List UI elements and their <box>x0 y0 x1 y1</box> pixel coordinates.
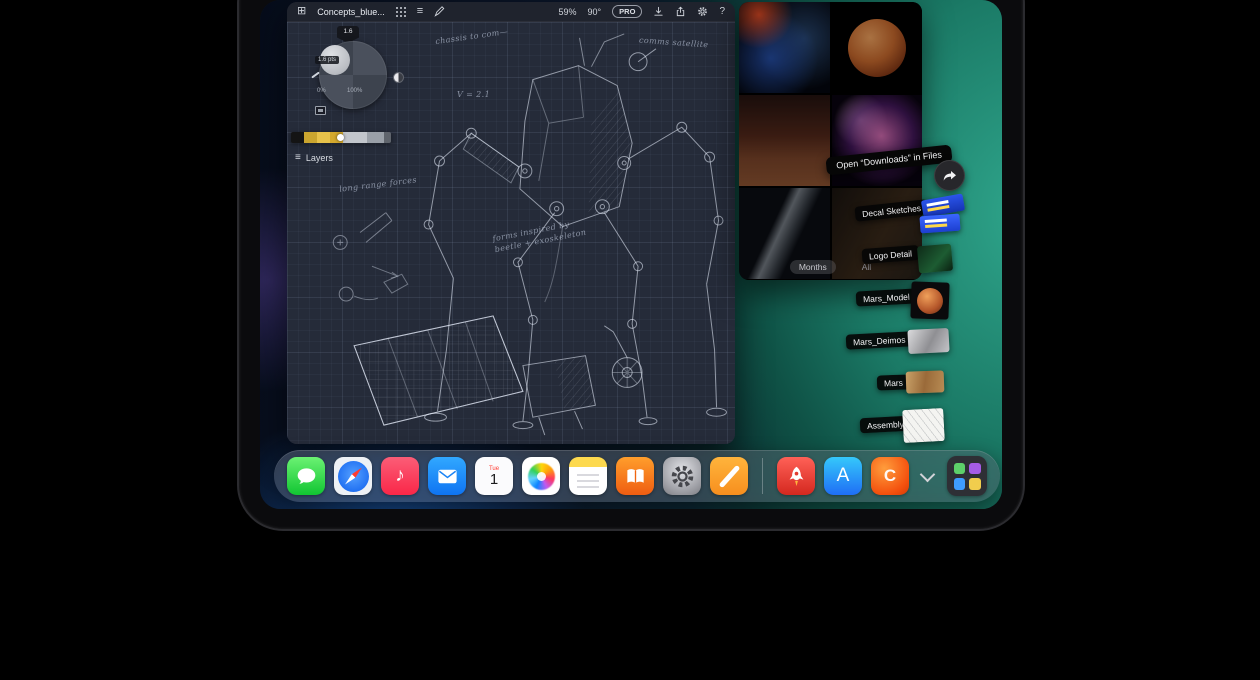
forward-arrow-icon <box>942 168 958 184</box>
sketch-app-icon[interactable] <box>710 457 748 495</box>
rocket-app-icon[interactable] <box>777 457 815 495</box>
layers-mini-icon[interactable] <box>315 106 326 115</box>
creative-app-icon[interactable]: C <box>871 457 909 495</box>
precision-grid-icon[interactable] <box>396 7 406 17</box>
color-slider-dot[interactable] <box>337 134 344 141</box>
drag-dim-overlay <box>739 2 922 280</box>
help-button[interactable]: ? <box>719 6 725 17</box>
drag-item-thumbnail[interactable] <box>907 328 949 354</box>
drag-item-thumbnail[interactable] <box>917 244 953 274</box>
settings-gear-icon[interactable] <box>697 6 708 17</box>
swatch-yellow-dark[interactable] <box>304 132 317 143</box>
swatch-dark-gray[interactable] <box>384 132 391 143</box>
concepts-toolbar: ⊞ Concepts_blue... ≡ 59% 90° PRO ? <box>287 2 735 22</box>
safari-app-icon[interactable] <box>334 457 372 495</box>
document-title[interactable]: Concepts_blue... <box>317 7 385 17</box>
menu-lines-icon[interactable]: ≡ <box>417 6 423 17</box>
zoom-level[interactable]: 59% <box>559 7 577 17</box>
photos-segmented-control: Months All <box>739 260 922 274</box>
drag-item-thumbnail[interactable] <box>910 281 949 319</box>
mail-app-icon[interactable] <box>428 457 466 495</box>
drag-item-thumbnail[interactable] <box>920 197 966 239</box>
layers-panel-toggle[interactable]: ≡ Layers <box>295 152 333 163</box>
share-drop-button[interactable] <box>934 160 965 191</box>
calendar-app-icon[interactable]: Tue 1 <box>475 457 513 495</box>
drag-item-thumbnail[interactable] <box>906 370 945 393</box>
app-grid-icon[interactable]: ⊞ <box>297 6 306 17</box>
layers-label: Layers <box>306 153 333 163</box>
segment-months[interactable]: Months <box>790 260 836 274</box>
photos-app-icon[interactable] <box>522 457 560 495</box>
brush-size-label: 1.6 pts <box>315 56 339 64</box>
swatch-yellow[interactable] <box>317 132 330 143</box>
pen-tool-icon[interactable] <box>434 6 445 17</box>
opacity-max-label: 100% <box>347 88 362 94</box>
dock-divider <box>762 458 763 494</box>
ipad-device: ⊞ Concepts_blue... ≡ 59% 90° PRO ? <box>237 0 1025 531</box>
settings-app-icon[interactable] <box>663 457 701 495</box>
ipad-screen: ⊞ Concepts_blue... ≡ 59% 90° PRO ? <box>260 0 1002 509</box>
swatch-black[interactable] <box>291 132 304 143</box>
opacity-min-label: 0% <box>317 88 326 94</box>
chevron-down-icon <box>920 467 936 483</box>
dock-collapse-chevron[interactable] <box>918 466 938 486</box>
concepts-app-window: ⊞ Concepts_blue... ≡ 59% 90° PRO ? <box>287 2 735 444</box>
music-note-icon: ♪ <box>395 465 405 487</box>
brush-tool-wheel[interactable]: 1.6 1.6 pts 0% 100% <box>301 26 411 128</box>
calendar-day: 1 <box>490 472 498 489</box>
gear-icon <box>669 463 696 490</box>
drag-item-thumbnail[interactable] <box>902 408 945 443</box>
swatch-gray[interactable] <box>367 132 384 143</box>
music-app-icon[interactable]: ♪ <box>381 457 419 495</box>
sketch-annotation: V = 2.1 <box>457 90 490 99</box>
opacity-toggle-icon[interactable] <box>393 72 404 83</box>
rocket-icon <box>785 465 808 488</box>
swatch-light-gray[interactable] <box>343 132 367 143</box>
layers-menu-icon: ≡ <box>295 152 301 163</box>
books-app-icon[interactable] <box>616 457 654 495</box>
drag-item-label[interactable]: Mars_Model <box>856 288 917 306</box>
photos-app-window: Months All <box>739 2 922 280</box>
suggested-apps-widget[interactable] <box>947 456 987 496</box>
pencil-icon <box>718 464 740 487</box>
messages-app-icon[interactable] <box>287 457 325 495</box>
rotation-value[interactable]: 90° <box>588 7 602 17</box>
pro-badge-button[interactable]: PRO <box>612 5 642 18</box>
app-store-icon[interactable]: A <box>824 457 862 495</box>
notes-app-icon[interactable] <box>569 457 607 495</box>
import-icon[interactable] <box>653 6 664 17</box>
dock: ♪ Tue 1 A C <box>274 450 1000 502</box>
export-share-icon[interactable] <box>675 6 686 17</box>
